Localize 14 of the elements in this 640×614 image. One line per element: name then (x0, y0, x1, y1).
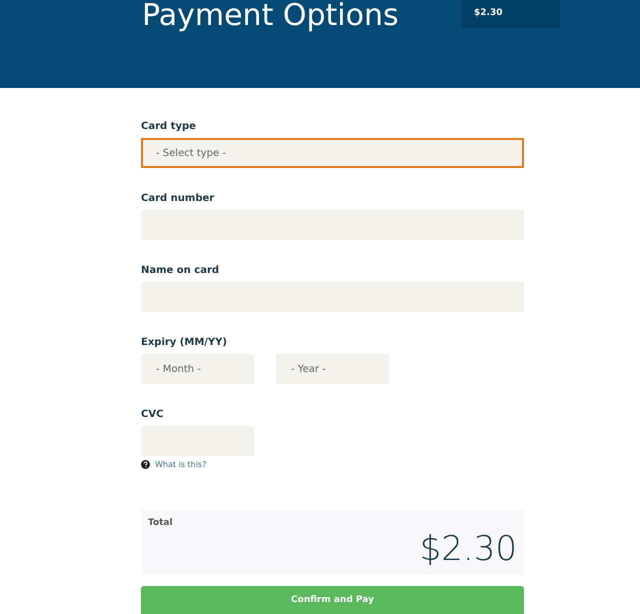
field-label: CVC (141, 408, 164, 422)
total-label: Total (148, 518, 173, 530)
field-label: Name on card (141, 264, 220, 278)
dropdown-field[interactable]: - Year - (276, 354, 389, 384)
dropdown-field[interactable]: - Select type - (141, 138, 524, 168)
page-title: Payment Options (142, 0, 399, 33)
field-label: Expiry (MM/YY) (141, 336, 227, 350)
cart-total: $2.30 (462, 0, 560, 28)
field-label: Card type (141, 120, 196, 134)
help-icon (141, 460, 150, 469)
total-amount: $2.30 (420, 528, 517, 568)
help-link[interactable]: What is this? (155, 460, 206, 469)
field-label: Card number (141, 192, 214, 206)
dropdown-field[interactable]: - Month - (141, 354, 254, 384)
